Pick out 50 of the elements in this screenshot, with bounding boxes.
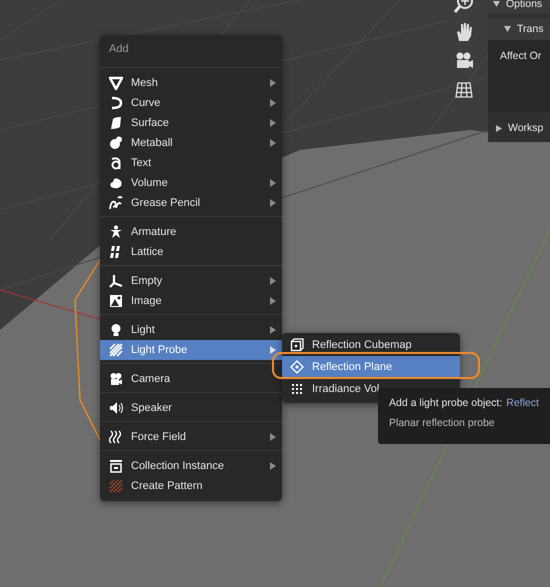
menu-item[interactable]: Metaball xyxy=(100,133,282,153)
menu-title: Add xyxy=(108,42,130,57)
tooltip-description: Planar reflection probe xyxy=(389,417,496,429)
menu-item[interactable]: Empty xyxy=(100,271,282,291)
menu-item[interactable]: Light xyxy=(100,320,282,340)
menu-item[interactable]: Curve xyxy=(100,93,282,113)
menu-item[interactable]: Create Pattern xyxy=(100,476,282,496)
menu-item[interactable]: Reflection Plane xyxy=(282,356,460,378)
stripes-icon xyxy=(109,343,123,357)
mesh-icon xyxy=(109,76,123,90)
menu-item[interactable]: Force Field xyxy=(100,427,282,447)
lattice-icon xyxy=(109,245,123,259)
menu-item[interactable]: Light Probe xyxy=(100,340,282,360)
pencil-icon xyxy=(109,196,123,210)
menu-item[interactable]: Reflection Cubemap xyxy=(282,334,460,356)
field-label: Affect Or xyxy=(500,50,542,62)
menu-item[interactable]: Armature xyxy=(100,222,282,242)
text-icon xyxy=(109,156,123,170)
expand-arrow-icon[interactable] xyxy=(504,26,511,32)
menu-item[interactable]: Image xyxy=(100,291,282,311)
menu-item[interactable]: Volume xyxy=(100,173,282,193)
waves-icon xyxy=(109,430,123,444)
bulb-icon xyxy=(109,323,123,337)
metaball-icon xyxy=(109,136,123,150)
collection-icon xyxy=(109,459,123,473)
curve-icon xyxy=(109,96,123,110)
menu-item[interactable]: Collection Instance xyxy=(100,456,282,476)
volume-icon xyxy=(109,176,123,190)
menu-item[interactable]: Surface xyxy=(100,113,282,133)
axes-icon xyxy=(109,274,123,288)
speaker-icon xyxy=(109,401,123,415)
diamond-icon xyxy=(290,360,304,374)
menu-item[interactable]: Camera xyxy=(100,369,282,389)
dots-icon xyxy=(290,382,304,396)
cube-icon xyxy=(290,338,304,352)
figure-icon xyxy=(109,225,123,239)
pattern-icon xyxy=(109,479,123,493)
menu-item[interactable]: Grease Pencil xyxy=(100,193,282,213)
menu-item[interactable]: Mesh xyxy=(100,73,282,93)
menu-item[interactable]: Lattice xyxy=(100,242,282,262)
tooltip-value: Reflect xyxy=(506,397,539,409)
camera-icon xyxy=(109,372,123,386)
collapsed-arrow-icon[interactable] xyxy=(496,124,502,132)
surface-icon xyxy=(109,116,123,130)
expand-arrow-icon[interactable] xyxy=(493,1,500,7)
image-icon xyxy=(109,294,123,308)
tooltip-text: Add a light probe object: xyxy=(389,397,502,409)
menu-item[interactable]: Text xyxy=(100,153,282,173)
menu-item[interactable]: Speaker xyxy=(100,398,282,418)
panel-header[interactable]: Worksp xyxy=(508,122,544,134)
